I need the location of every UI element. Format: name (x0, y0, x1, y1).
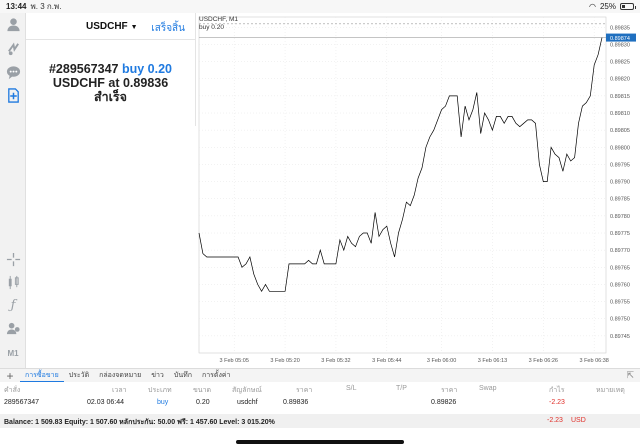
chat-icon[interactable] (5, 64, 21, 80)
y-tick-label: 0.89835 (610, 25, 630, 31)
order-result-panel: USDCHF ▼ เสร็จสิ้น #289567347 buy 0.20 US… (26, 13, 196, 126)
x-tick-label: 3 Feb 06:00 (427, 358, 456, 364)
y-tick-label: 0.89770 (610, 248, 630, 254)
done-button[interactable]: เสร็จสิ้น (151, 21, 185, 36)
objects-icon[interactable] (5, 320, 21, 336)
tab-settings[interactable]: การตั้งค่า (197, 370, 236, 381)
y-tick-label: 0.89790 (610, 180, 630, 186)
order-result-body: #289567347 buy 0.20 USDCHF at 0.89836 สำ… (26, 40, 195, 104)
chevron-down-icon: ▼ (130, 24, 138, 31)
status-right: ◠ 25% (589, 2, 636, 11)
chart-symbol-label: USDCHF, M1 (199, 16, 238, 23)
x-tick-label: 3 Feb 05:20 (270, 358, 299, 364)
chart-canvas[interactable]: 0.89835 0.89830 0.89825 0.89820 0.89815 0.898… (196, 13, 640, 368)
balance-bar: Balance: 1 509.83 Equity: 1 507.60 หลักป… (0, 414, 640, 428)
account-icon[interactable] (5, 16, 21, 32)
order-panel-header: USDCHF ▼ เสร็จสิ้น (26, 13, 195, 40)
battery-icon (620, 3, 636, 10)
order-action: buy 0.20 (121, 62, 173, 76)
cell-symbol: usdchf (237, 399, 258, 406)
dock-toggle-icon[interactable]: ⇱ (626, 370, 634, 381)
y-tick-label: 0.89830 (610, 42, 630, 48)
y-tick-label: 0.89745 (610, 334, 630, 340)
cell-order: 289567347 (4, 399, 40, 406)
left-sidebar: ƒ M1 (0, 13, 26, 368)
x-tick-label: 3 Feb 05:44 (372, 358, 401, 364)
total-profit: -2.23 (547, 417, 563, 424)
home-indicator[interactable] (236, 440, 404, 444)
table-header: คำสั่ง เวลา ประเภท ขนาด สัญลักษณ์ ราคา S… (0, 383, 640, 395)
cell-open-price: 0.89836 (283, 399, 309, 406)
symbol-selector[interactable]: USDCHF ▼ (86, 21, 138, 32)
tab-mailbox[interactable]: กล่องจดหมาย (94, 370, 146, 381)
y-tick-label: 0.89750 (610, 317, 630, 323)
y-tick-label: 0.89800 (610, 145, 630, 151)
cell-profit: -2.23 (549, 399, 565, 406)
y-tick-label: 0.89805 (610, 128, 630, 134)
trade-table: คำสั่ง เวลา ประเภท ขนาด สัญลักษณ์ ราคา S… (0, 383, 640, 411)
y-tick-label: 0.89815 (610, 94, 630, 100)
col-swap[interactable]: Swap (479, 385, 497, 392)
order-price: 0.89836 (122, 76, 169, 90)
timeframe-icon[interactable]: M1 (5, 345, 21, 361)
x-tick-label: 3 Feb 05:05 (220, 358, 249, 364)
indicators-icon[interactable]: ƒ (5, 297, 21, 313)
trade-arrows-icon[interactable] (5, 40, 21, 56)
status-date: พ. 3 ก.พ. (30, 2, 62, 11)
chart-x-axis: 3 Feb 05:05 3 Feb 05:20 3 Feb 05:32 3 Feb 0… (220, 358, 609, 364)
y-tick-label: 0.89765 (610, 265, 630, 271)
table-row[interactable]: 289567347 02.03 06:44 buy 0.20 usdchf 0.… (0, 395, 640, 411)
balance-summary: Balance: 1 509.83 Equity: 1 507.60 หลักป… (4, 419, 275, 426)
col-tp[interactable]: T/P (396, 385, 407, 392)
cell-type: buy (157, 399, 169, 406)
plot-frame (198, 16, 607, 354)
order-status: สำเร็จ (94, 90, 127, 104)
chart-grid (198, 16, 607, 354)
order-ticket-line: #289567347 buy 0.20 (26, 62, 195, 76)
y-tick-label: 0.89780 (610, 214, 630, 220)
tab-trade[interactable]: การซื้อขาย (20, 369, 64, 382)
col-sl[interactable]: S/L (346, 385, 357, 392)
add-icon[interactable]: + (0, 369, 20, 383)
y-tick-label: 0.89785 (610, 197, 630, 203)
profit-currency: USD (571, 417, 586, 424)
tab-journal[interactable]: บันทึก (169, 370, 197, 381)
y-tick-label: 0.89760 (610, 282, 630, 288)
status-time: 13:44 (6, 2, 27, 11)
status-bar: 13:44 พ. 3 ก.พ. ◠ 25% (0, 0, 640, 13)
tab-news[interactable]: ข่าว (146, 370, 169, 381)
x-tick-label: 3 Feb 06:38 (579, 358, 608, 364)
current-price-label: 0.89874 (610, 36, 630, 42)
cell-size: 0.20 (196, 399, 210, 406)
wifi-icon: ◠ (589, 2, 596, 11)
order-price-line: USDCHF at 0.89836 (26, 76, 195, 90)
battery-percent: 25% (599, 2, 616, 11)
order-result-prefix: USDCHF at (52, 76, 120, 90)
new-order-icon[interactable] (5, 87, 21, 103)
x-tick-label: 3 Feb 06:13 (478, 358, 507, 364)
chart-type-icon[interactable] (5, 274, 21, 290)
y-tick-label: 0.89795 (610, 162, 630, 168)
y-tick-label: 0.89755 (610, 300, 630, 306)
tab-history[interactable]: ประวัติ (64, 370, 94, 381)
cell-current-price: 0.89826 (431, 399, 457, 406)
y-tick-label: 0.89775 (610, 231, 630, 237)
order-level-label: buy 0.20 (199, 24, 224, 31)
y-tick-label: 0.89820 (610, 77, 630, 83)
x-tick-label: 3 Feb 05:32 (321, 358, 350, 364)
bottom-tab-bar: + การซื้อขาย ประวัติ กล่องจดหมาย ข่าว บั… (0, 368, 640, 383)
symbol-label: USDCHF (86, 21, 128, 32)
y-tick-label: 0.89825 (610, 60, 630, 66)
chart-y-axis: 0.89835 0.89830 0.89825 0.89820 0.89815 0.898… (606, 25, 636, 340)
cell-time: 02.03 06:44 (87, 399, 124, 406)
price-chart[interactable]: 0.89835 0.89830 0.89825 0.89820 0.89815 0.898… (196, 13, 640, 368)
y-tick-label: 0.89810 (610, 111, 630, 117)
crosshair-icon[interactable] (5, 251, 21, 267)
order-ticket: #289567347 (48, 62, 119, 76)
x-tick-label: 3 Feb 06:26 (529, 358, 558, 364)
